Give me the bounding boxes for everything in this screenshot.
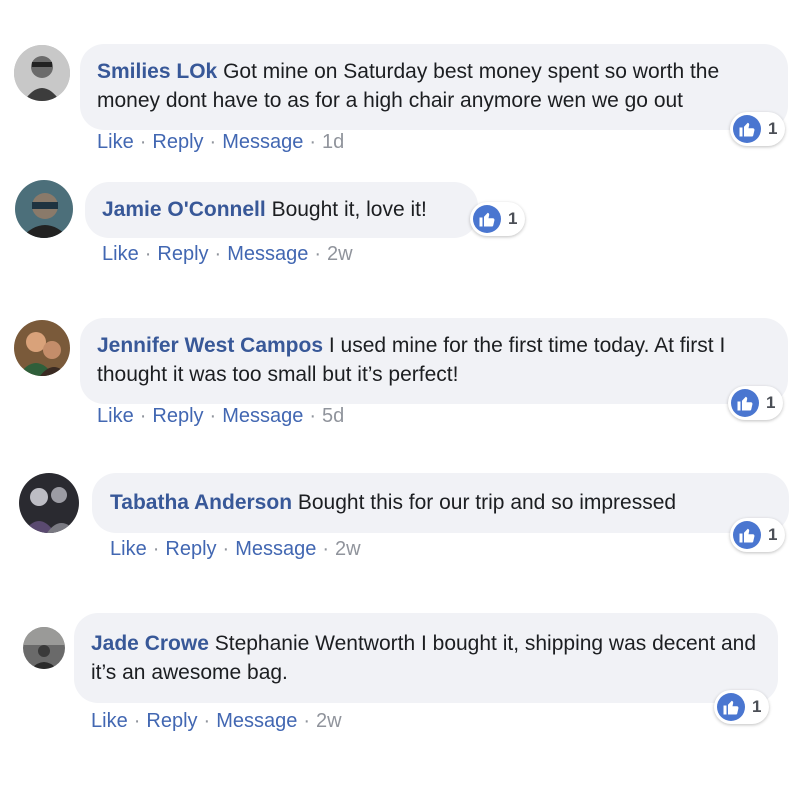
- message-link[interactable]: Message: [235, 538, 316, 560]
- avatar[interactable]: [14, 320, 70, 376]
- reply-link[interactable]: Reply: [152, 405, 203, 427]
- comment-timestamp[interactable]: 1d: [322, 131, 344, 153]
- comment-timestamp[interactable]: 2w: [335, 538, 361, 560]
- message-link[interactable]: Message: [222, 131, 303, 153]
- thumbs-up-icon: [473, 205, 501, 233]
- separator-dot: ·: [303, 710, 311, 732]
- comment-bubble: Jennifer West Campos I used mine for the…: [80, 318, 788, 404]
- avatar[interactable]: [14, 45, 70, 101]
- separator-dot: ·: [144, 243, 152, 265]
- comment-timestamp[interactable]: 5d: [322, 405, 344, 427]
- separator-dot: ·: [209, 131, 217, 153]
- comment-text: Bought this for our trip and so impresse…: [297, 491, 677, 514]
- reply-link[interactable]: Reply: [157, 243, 208, 265]
- separator-dot: ·: [133, 710, 141, 732]
- reaction-count: 1: [768, 119, 778, 138]
- reaction-badge[interactable]: 1: [730, 112, 786, 146]
- thumbs-up-icon: [717, 693, 745, 721]
- separator-dot: ·: [322, 538, 330, 560]
- thumbs-up-icon: [731, 389, 759, 417]
- like-link[interactable]: Like: [97, 405, 134, 427]
- reaction-badge[interactable]: 1: [714, 690, 770, 724]
- avatar[interactable]: [23, 627, 65, 669]
- comment-bubble: Tabatha Anderson Bought this for our tri…: [92, 473, 789, 533]
- separator-dot: ·: [203, 710, 211, 732]
- comment-author-link[interactable]: Jamie O'Connell: [102, 198, 266, 221]
- reaction-count: 1: [752, 697, 762, 716]
- comment-timestamp[interactable]: 2w: [327, 243, 353, 265]
- separator-dot: ·: [214, 243, 222, 265]
- comment-author-link[interactable]: Jade Crowe: [91, 632, 209, 655]
- comment-author-link[interactable]: Smilies LOk: [97, 60, 217, 83]
- separator-dot: ·: [139, 131, 147, 153]
- reaction-badge[interactable]: 1: [730, 518, 786, 552]
- thumbs-up-icon: [733, 115, 761, 143]
- like-link[interactable]: Like: [110, 538, 147, 560]
- separator-dot: ·: [314, 243, 322, 265]
- like-link[interactable]: Like: [97, 131, 134, 153]
- comment-bubble: Smilies LOk Got mine on Saturday best mo…: [80, 44, 788, 130]
- avatar[interactable]: [19, 473, 79, 533]
- comment-actions: Like · Reply · Message · 2w: [91, 710, 342, 733]
- reaction-badge[interactable]: 1: [470, 202, 526, 236]
- separator-dot: ·: [209, 405, 217, 427]
- comment-actions: Like · Reply · Message · 2w: [110, 538, 361, 561]
- reaction-badge[interactable]: 1: [728, 386, 784, 420]
- separator-dot: ·: [139, 405, 147, 427]
- reaction-count: 1: [508, 209, 518, 228]
- comment-actions: Like · Reply · Message · 2w: [102, 243, 353, 266]
- comment-author-link[interactable]: Jennifer West Campos: [97, 334, 323, 357]
- comment-timestamp[interactable]: 2w: [316, 710, 342, 732]
- reaction-count: 1: [768, 525, 778, 544]
- like-link[interactable]: Like: [102, 243, 139, 265]
- message-link[interactable]: Message: [222, 405, 303, 427]
- comment-author-link[interactable]: Tabatha Anderson: [110, 491, 292, 514]
- comment-actions: Like · Reply · Message · 1d: [97, 131, 344, 154]
- separator-dot: ·: [309, 131, 317, 153]
- comment-actions: Like · Reply · Message · 5d: [97, 405, 344, 428]
- comment-bubble: Jade Crowe Stephanie Wentworth I bought …: [74, 613, 778, 703]
- thumbs-up-icon: [733, 521, 761, 549]
- separator-dot: ·: [222, 538, 230, 560]
- message-link[interactable]: Message: [216, 710, 297, 732]
- separator-dot: ·: [309, 405, 317, 427]
- reply-link[interactable]: Reply: [165, 538, 216, 560]
- message-link[interactable]: Message: [227, 243, 308, 265]
- reaction-count: 1: [766, 393, 776, 412]
- separator-dot: ·: [152, 538, 160, 560]
- comment-bubble: Jamie O'Connell Bought it, love it!: [85, 182, 478, 238]
- reply-link[interactable]: Reply: [152, 131, 203, 153]
- reply-link[interactable]: Reply: [146, 710, 197, 732]
- like-link[interactable]: Like: [91, 710, 128, 732]
- avatar[interactable]: [15, 180, 73, 238]
- comment-text: Bought it, love it!: [271, 198, 427, 221]
